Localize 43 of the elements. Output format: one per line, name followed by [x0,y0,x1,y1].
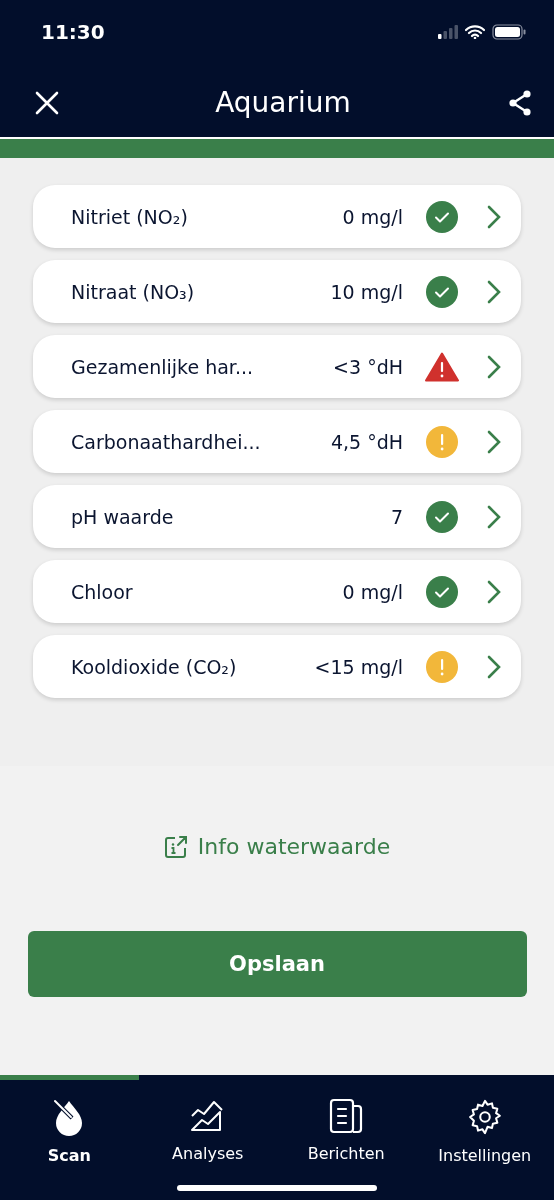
measurement-value: 0 mg/l [342,580,403,603]
external-info-icon [163,834,188,859]
save-button[interactable]: Opslaan [27,931,527,997]
battery-icon [492,24,526,40]
measurement-name: Kooldioxide (CO₂) [71,655,238,678]
measurement-name: pH waarde [71,505,175,528]
measurement-card[interactable]: Gezamenlijke har... <3 °dH [33,335,521,398]
chevron-right-icon [487,354,501,379]
tab[interactable]: Analyses [138,1075,277,1163]
measurement-value: 10 mg/l [330,280,403,303]
info-link[interactable]: Info waterwaarde [163,834,391,859]
measurement-value: 4,5 °dH [330,430,403,453]
chevron-right-icon [487,504,501,529]
chevron-right-icon [487,579,501,604]
screen-title: Aquarium [215,86,351,119]
measurement-name: Gezamenlijke har... [71,355,255,378]
measurement-card[interactable]: Chloor 0 mg/l [33,560,521,623]
document-icon [329,1098,364,1134]
measurement-card[interactable]: Carbonaathardhei... 4,5 °dH [33,410,521,473]
measurement-name: Nitriet (NO₂) [71,205,189,228]
signal-icon [438,25,458,39]
chevron-right-icon [487,204,501,229]
measurement-value: <3 °dH [333,355,403,378]
measurement-name: Chloor [71,580,134,603]
measurement-name: Carbonaathardhei... [71,430,262,453]
chevron-right-icon [487,654,501,679]
tab[interactable]: Berichten [277,1075,416,1163]
measurement-card[interactable]: Nitraat (NO₃) 10 mg/l [33,260,521,323]
measurement-value: 0 mg/l [342,205,403,228]
chevron-right-icon [487,279,501,304]
status-time: 11:30 [41,20,105,44]
measurement-card[interactable]: pH waarde 7 [33,485,521,548]
measurement-name: Nitraat (NO₃) [71,280,196,303]
wifi-icon [465,25,485,39]
measurement-value: 7 [390,505,403,528]
measurement-card[interactable]: Kooldioxide (CO₂) <15 mg/l [33,635,521,698]
measurement-value: <15 mg/l [314,655,403,678]
tab[interactable]: Instellingen [415,1075,554,1163]
tab[interactable]: Scan [0,1075,139,1167]
chevron-right-icon [487,429,501,454]
close-icon[interactable] [35,90,59,115]
measurement-card[interactable]: Nitriet (NO₂) 0 mg/l [33,185,521,248]
share-icon[interactable] [507,89,533,116]
